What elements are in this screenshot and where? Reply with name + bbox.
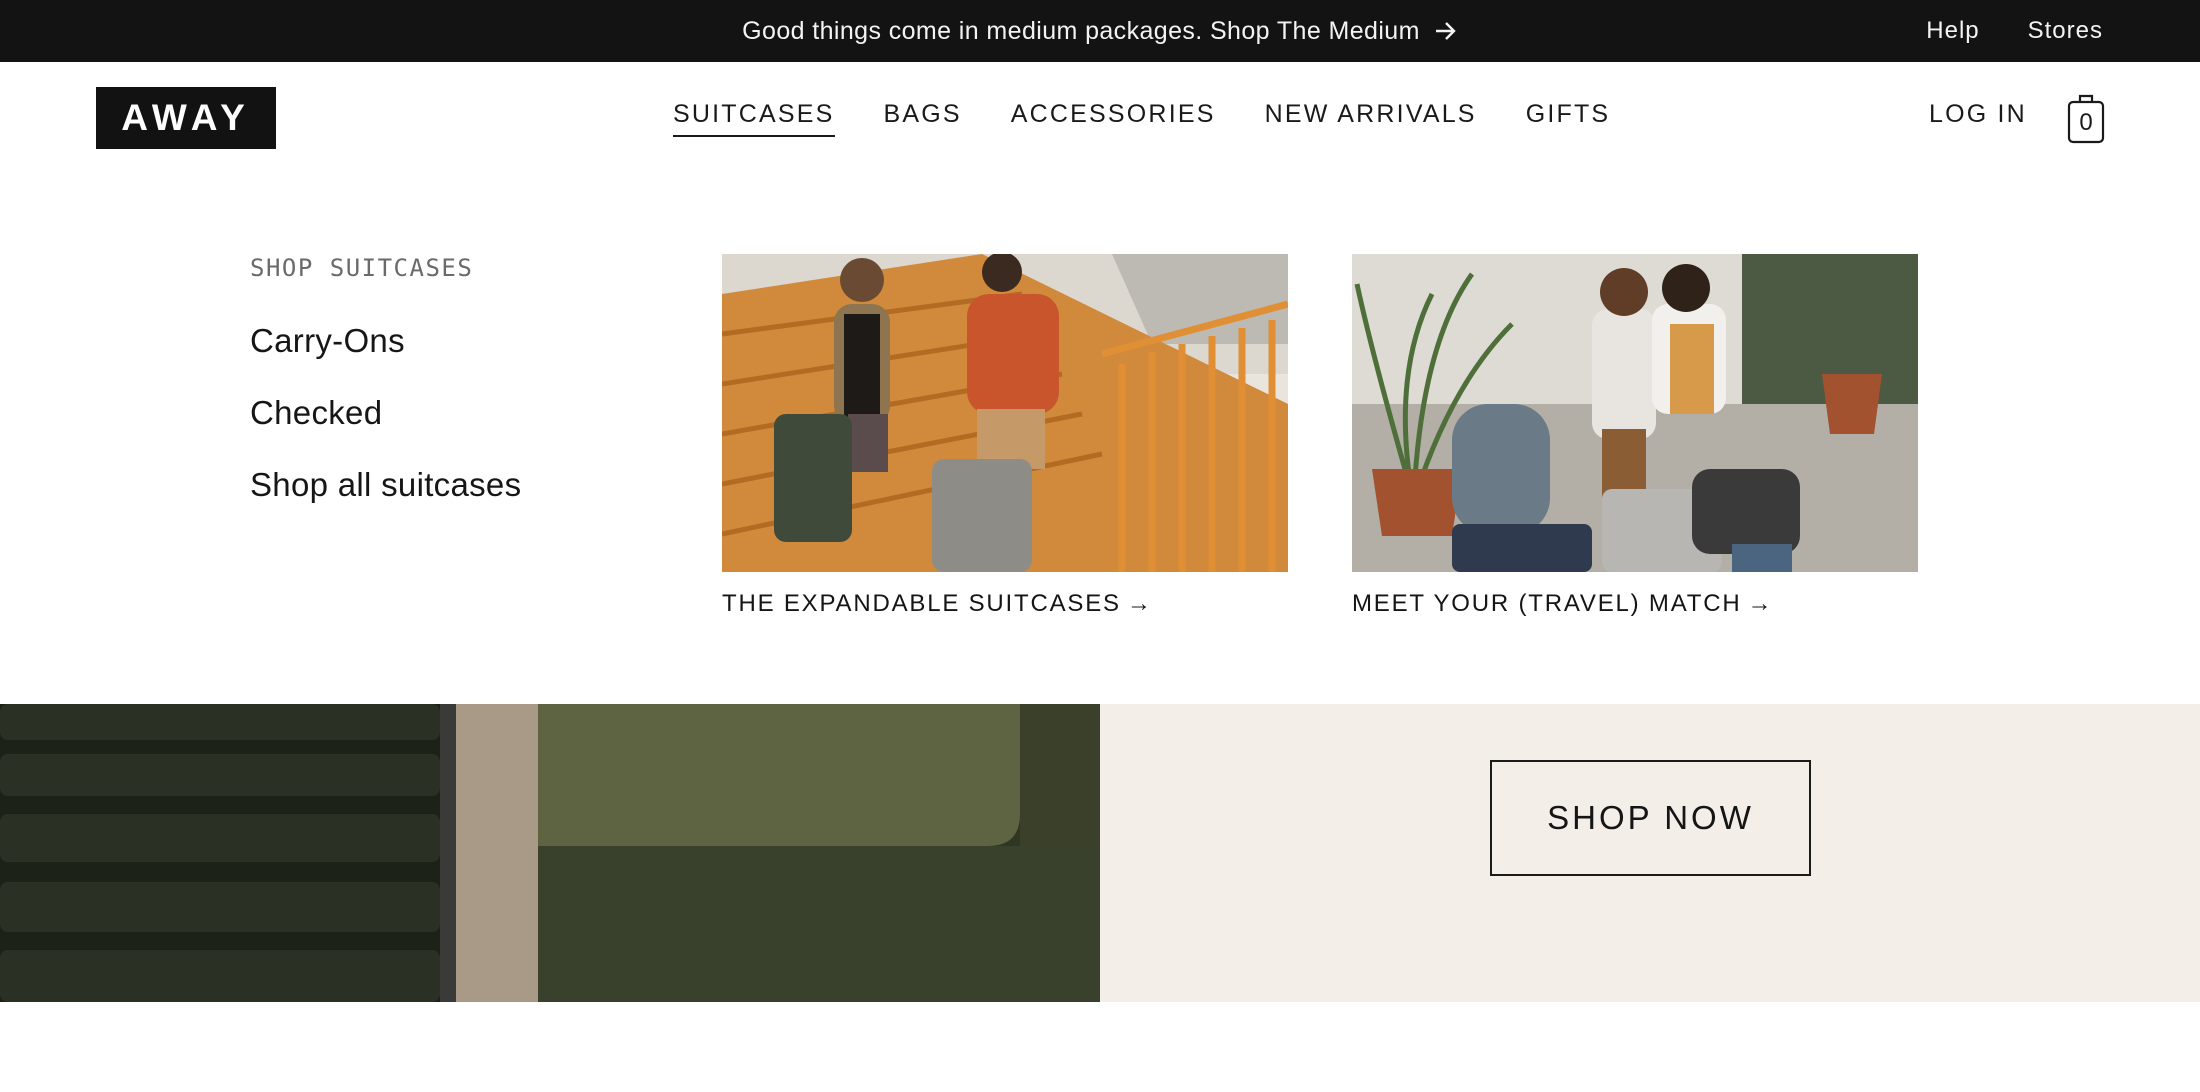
- announcement-bar: Good things come in medium packages. Sho…: [0, 0, 2200, 62]
- site-header: AWAY SUITCASES BAGS ACCESSORIES NEW ARRI…: [0, 62, 2200, 174]
- promo-caption-travel-match[interactable]: MEET YOUR (TRAVEL) MATCH →: [1352, 590, 1918, 618]
- stores-link[interactable]: Stores: [2028, 17, 2103, 45]
- arrow-right-icon: [1434, 20, 1458, 42]
- menu-heading: SHOP SUITCASES: [250, 254, 474, 282]
- cart-count: 0: [2079, 109, 2093, 136]
- hero-image: [0, 704, 1100, 1002]
- promo-text: Good things come in medium packages. Sho…: [742, 16, 1420, 45]
- menu-link-carry-ons[interactable]: Carry-Ons: [250, 322, 405, 360]
- login-link[interactable]: LOG IN: [1929, 100, 2027, 129]
- promo-caption-text: THE EXPANDABLE SUITCASES: [722, 590, 1121, 617]
- menu-link-shop-all[interactable]: Shop all suitcases: [250, 466, 521, 504]
- hero-banner: SHOP NOW: [0, 704, 2200, 1002]
- promo-card-expandable[interactable]: THE EXPANDABLE SUITCASES →: [722, 254, 1288, 618]
- suitcases-mega-menu: SHOP SUITCASES Carry-Ons Checked Shop al…: [0, 174, 2200, 704]
- nav-suitcases[interactable]: SUITCASES: [673, 100, 835, 137]
- utility-links: Help Stores: [1926, 0, 2103, 62]
- arrow-right-icon: →: [1747, 590, 1774, 617]
- promo-caption-text: MEET YOUR (TRAVEL) MATCH: [1352, 590, 1742, 617]
- menu-link-checked[interactable]: Checked: [250, 394, 382, 432]
- promo-caption-expandable[interactable]: THE EXPANDABLE SUITCASES →: [722, 590, 1288, 618]
- nav-gifts[interactable]: GIFTS: [1526, 100, 1611, 135]
- promo-image-stairs[interactable]: [722, 254, 1288, 572]
- shop-now-button[interactable]: SHOP NOW: [1490, 760, 1811, 876]
- main-nav: SUITCASES BAGS ACCESSORIES NEW ARRIVALS …: [673, 100, 1611, 137]
- help-link[interactable]: Help: [1926, 17, 1979, 45]
- nav-new-arrivals[interactable]: NEW ARRIVALS: [1265, 100, 1477, 135]
- promo-image-couple[interactable]: [1352, 254, 1918, 572]
- nav-bags[interactable]: BAGS: [884, 100, 962, 135]
- hero-cta-panel: SHOP NOW: [1100, 704, 2200, 1002]
- cart-button[interactable]: 0: [2067, 92, 2105, 144]
- promo-card-travel-match[interactable]: MEET YOUR (TRAVEL) MATCH →: [1352, 254, 1918, 618]
- arrow-right-icon: →: [1126, 590, 1153, 617]
- promo-link[interactable]: Good things come in medium packages. Sho…: [0, 0, 2200, 62]
- nav-accessories[interactable]: ACCESSORIES: [1011, 100, 1216, 135]
- away-logo[interactable]: AWAY: [96, 87, 276, 149]
